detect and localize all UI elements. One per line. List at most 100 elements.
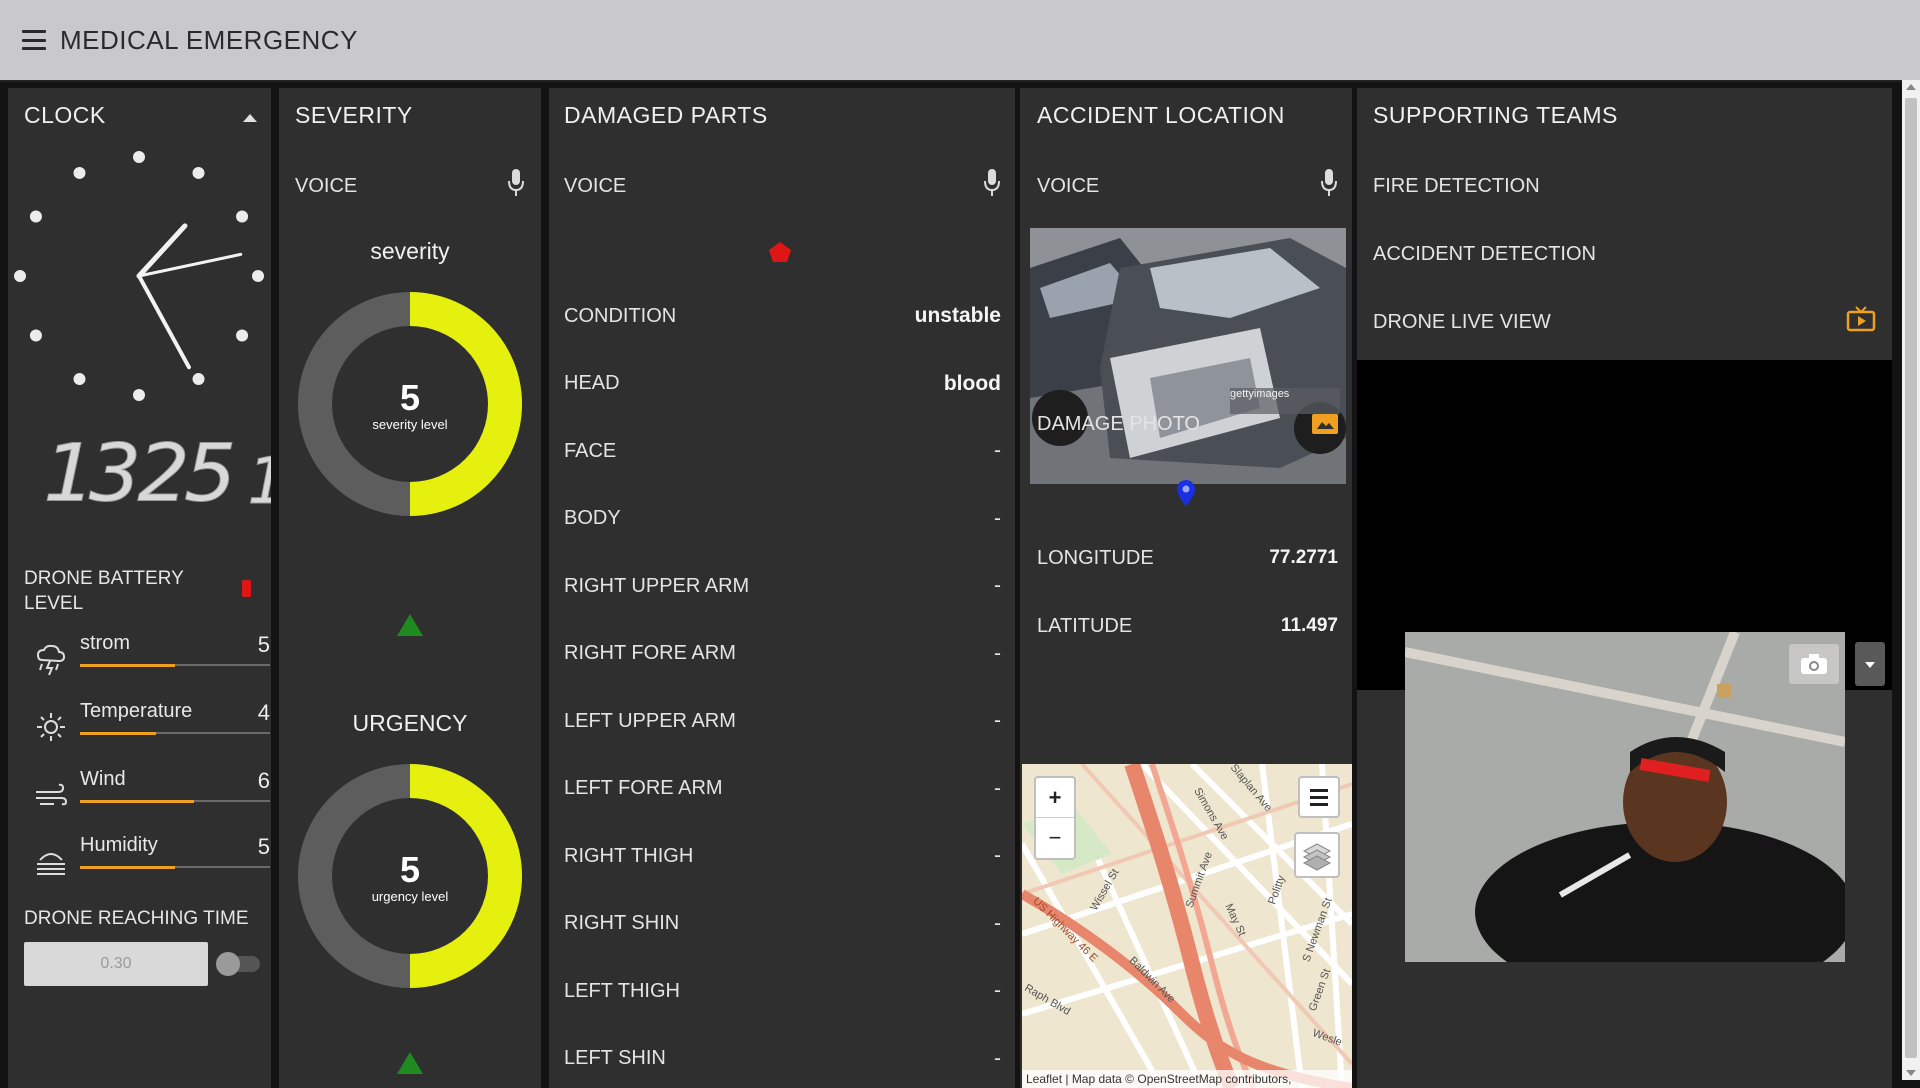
damaged-part-row: LEFT UPPER ARM - [564,701,1001,741]
damaged-part-row: RIGHT THIGH - [564,836,1001,876]
longitude-label: LONGITUDE [1037,546,1154,569]
street-label: Simons Ave [1191,785,1231,843]
fire-detection-item[interactable]: FIRE DETECTION [1373,166,1876,206]
live-tv-icon[interactable] [1846,306,1876,338]
wind-icon [34,778,68,812]
location-voice-label: VOICE [1037,174,1100,197]
severity-voice-label: VOICE [295,174,358,197]
urgency-sublabel: urgency level [372,889,449,904]
street-label: Wissel St [1088,867,1122,913]
damage-photo[interactable]: gettyimages [1030,228,1346,484]
weather-level-fill [80,800,194,803]
drone-live-view-item[interactable]: DRONE LIVE VIEW [1373,302,1876,342]
street-label: S Newman St [1300,896,1335,964]
reaching-time-input[interactable]: 0.30 [24,942,208,986]
damaged-part-value: - [994,574,1001,597]
accident-location-panel: ACCIDENT LOCATION VOICE gettyimages DAMA… [1020,88,1352,1088]
damaged-part-value: - [994,709,1001,732]
map-view[interactable]: Slaplan Ave Simons Ave Summit Ave Wissel… [1022,764,1352,1088]
clock-title: CLOCK [24,102,106,128]
accident-detection-item[interactable]: ACCIDENT DETECTION [1373,234,1876,274]
street-label: Slaplan Ave [1227,764,1275,815]
location-pin-icon [1176,480,1196,511]
weather-label: Humidity [80,834,158,856]
camera-icon [1801,654,1827,674]
damaged-part-value: - [994,506,1001,530]
damaged-part-row: RIGHT SHIN - [564,904,1001,944]
street-label: Politty [1266,873,1288,907]
scrollbar-thumb[interactable] [1905,98,1917,1058]
latitude-row: LATITUDE 11.497 [1037,606,1338,646]
map-zoom-in-button[interactable]: + [1036,778,1074,818]
map-zoom-out-button[interactable]: − [1036,818,1074,857]
damage-photo-row: DAMAGE PHOTO [1037,404,1338,444]
camera-options-dropdown[interactable] [1855,642,1885,686]
layers-icon [1302,843,1332,871]
street-label: Wesle [1310,1027,1344,1049]
clock-hour-dot [29,329,42,342]
damaged-part-label: FACE [564,439,617,462]
list-icon [1310,788,1328,792]
drone-battery-label: DRONE BATTERY LEVEL [24,568,184,614]
clock-hour-dot [14,270,26,282]
damaged-part-value: - [994,641,1001,665]
reaching-time-toggle[interactable] [216,952,260,976]
storm-icon [34,642,68,676]
clock-hour-dot [133,389,145,401]
body-marker-icon [769,242,791,262]
microphone-icon[interactable] [983,168,1001,204]
severity-gauge-fill [409,292,522,516]
severity-sublabel: severity level [372,417,447,432]
damaged-part-label: CONDITION [564,304,677,327]
clock-panel: CLOCK 1325 13 DRONE BATTERY LEVEL strom 5… [8,88,271,1088]
weather-level-fill [80,664,175,667]
clock-hour-dot [133,151,145,163]
image-icon[interactable] [1312,414,1338,434]
hamburger-menu-icon[interactable] [22,30,46,50]
collapse-up-icon[interactable] [243,114,257,122]
damaged-part-label: RIGHT SHIN [564,912,680,934]
weather-value: 5 [257,632,270,657]
fire-detection-label: FIRE DETECTION [1373,174,1540,197]
weather-label: Wind [80,768,126,790]
damaged-part-row: HEAD blood [564,364,1001,404]
damaged-part-value: blood [943,371,1001,395]
severity-trend-up-icon [397,614,423,636]
damaged-part-row: RIGHT UPPER ARM - [564,566,1001,606]
scroll-up-arrow-icon[interactable] [1906,84,1916,90]
camera-snapshot-button[interactable] [1789,644,1839,684]
page-scrollbar[interactable] [1902,80,1920,1080]
map-menu-button[interactable] [1298,776,1340,818]
drone-video-frame[interactable] [1405,632,1845,962]
map-attribution-text[interactable]: Leaflet | Map data © OpenStreetMap contr… [1026,1072,1291,1086]
weather-value: 6 [257,768,270,793]
damaged-part-label: BODY [564,507,621,529]
weather-value: 5 [257,834,270,859]
map-layers-button[interactable] [1294,832,1340,878]
microphone-icon[interactable] [507,168,525,204]
microphone-icon[interactable] [1320,168,1338,204]
damaged-part-row: LEFT THIGH - [564,971,1001,1011]
app-header: MEDICAL EMERGENCY [0,0,1920,82]
app-title: MEDICAL EMERGENCY [60,24,358,55]
digital-clock: 1325 13 [41,424,271,521]
severity-voice-row: VOICE [295,166,525,206]
damaged-part-label: LEFT THIGH [564,979,680,1002]
scroll-down-arrow-icon[interactable] [1906,1070,1916,1076]
weather-level-track [80,664,270,667]
severity-value: 5 [400,377,420,418]
damaged-part-row: FACE - [564,431,1001,471]
damaged-part-value: - [994,979,1001,1002]
sun-icon [34,710,68,744]
damaged-voice-label: VOICE [564,174,627,197]
street-label: Summit Ave [1183,850,1215,910]
latitude-value: 11.497 [1280,615,1338,636]
severity-panel: SEVERITY VOICE severity 5 severity level… [279,88,541,1088]
location-voice-row: VOICE [1037,166,1338,206]
damaged-part-row: LEFT FORE ARM - [564,769,1001,809]
damaged-part-row: CONDITION unstable [564,296,1001,336]
weather-row: Wind 6 [34,768,270,810]
accident-location-title: ACCIDENT LOCATION [1037,102,1285,128]
clock-hour-dot [73,373,86,386]
list-icon-line [1310,802,1328,806]
